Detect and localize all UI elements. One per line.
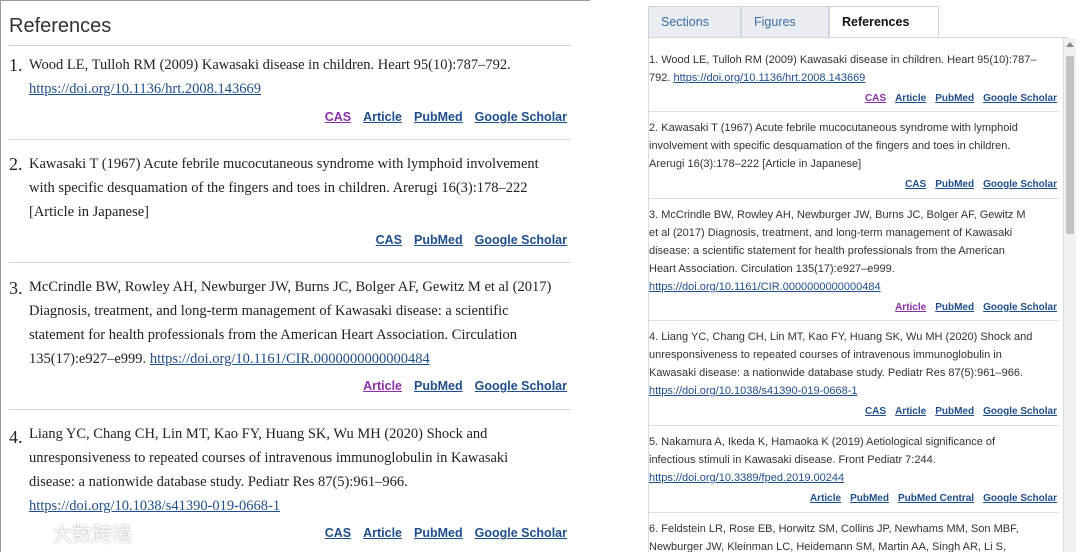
google-scholar-link[interactable]: Google Scholar — [983, 93, 1057, 104]
cas-link[interactable]: CAS — [376, 233, 402, 247]
google-scholar-link[interactable]: Google Scholar — [983, 179, 1057, 190]
scrollbar-thumb[interactable] — [1066, 56, 1074, 234]
pubmed-link[interactable]: PubMed — [850, 493, 889, 504]
cas-link[interactable]: CAS — [905, 179, 926, 190]
google-scholar-link[interactable]: Google Scholar — [475, 379, 567, 393]
google-scholar-link[interactable]: Google Scholar — [475, 110, 567, 124]
article-link[interactable]: Article — [895, 93, 926, 104]
reference-text: 6. Feldstein LR, Rose EB, Horwitz SM, Co… — [649, 523, 1019, 552]
pubmed-link[interactable]: PubMed — [935, 179, 974, 190]
reference-text: Liang YC, Chang CH, Lin MT, Kao FY, Huan… — [29, 426, 509, 514]
sidebar-reference-list: 1. Wood LE, Tulloh RM (2009) Kawasaki di… — [648, 38, 1064, 552]
pubmed-link[interactable]: PubMed — [935, 302, 974, 313]
reference-divider — [649, 111, 1059, 112]
reference-text: 3. McCrindle BW, Rowley AH, Newburger JW… — [649, 209, 1026, 293]
reference-number: 4. — [9, 427, 23, 447]
doi-link[interactable]: https://doi.org/10.1161/CIR.000000000000… — [649, 281, 881, 293]
pubmed-link[interactable]: PubMed — [414, 379, 463, 393]
reference-text: 4. Liang YC, Chang CH, Lin MT, Kao FY, H… — [649, 331, 1033, 397]
reference-divider — [649, 512, 1059, 513]
cas-link[interactable]: CAS — [865, 93, 886, 104]
doi-link[interactable]: https://doi.org/10.1038/s41390-019-0668-… — [649, 385, 858, 397]
references-main-panel: References 1. Wood LE, Tulloh RM (2009) … — [0, 0, 590, 552]
reference-text: 5. Nakamura A, Ikeda K, Hamaoka K (2019)… — [649, 436, 996, 484]
reference-links: Article PubMed Google Scholar — [886, 302, 1057, 313]
cas-link[interactable]: CAS — [325, 110, 351, 124]
article-link[interactable]: Article — [363, 526, 402, 540]
cas-link[interactable]: CAS — [325, 526, 351, 540]
reference-number: 3. — [9, 278, 23, 298]
doi-link[interactable]: https://doi.org/10.1136/hrt.2008.143669 — [673, 72, 865, 84]
reference-links: CAS Article PubMed Google Scholar — [313, 110, 567, 124]
sidebar-tabs: Sections Figures References — [648, 6, 1068, 38]
reference-divider — [649, 320, 1059, 321]
page-title: References — [9, 15, 112, 37]
scroll-up-arrow-icon[interactable] — [1066, 42, 1074, 47]
tab-references[interactable]: References — [829, 6, 939, 38]
pubmed-central-link[interactable]: PubMed Central — [898, 493, 974, 504]
article-link[interactable]: Article — [363, 379, 402, 393]
panel-gutter — [590, 0, 648, 552]
cas-link[interactable]: CAS — [865, 406, 886, 417]
reference-number: 2. — [9, 154, 23, 174]
reference-text: 1. Wood LE, Tulloh RM (2009) Kawasaki di… — [649, 54, 1037, 84]
reference-links: CAS Article PubMed Google Scholar — [856, 406, 1057, 417]
google-scholar-link[interactable]: Google Scholar — [983, 406, 1057, 417]
reference-divider — [9, 409, 571, 410]
reference-divider — [649, 198, 1059, 199]
reference-links: CAS PubMed Google Scholar — [364, 233, 567, 247]
google-scholar-link[interactable]: Google Scholar — [983, 302, 1057, 313]
pubmed-link[interactable]: PubMed — [414, 526, 463, 540]
reference-links: CAS Article PubMed Google Scholar — [313, 526, 567, 540]
watermark-logo-icon — [11, 521, 46, 537]
tab-sections[interactable]: Sections — [648, 6, 741, 38]
reference-divider — [9, 139, 571, 140]
reference-text: McCrindle BW, Rowley AH, Newburger JW, B… — [29, 279, 552, 367]
article-link[interactable]: Article — [895, 302, 926, 313]
reference-links: CAS Article PubMed Google Scholar — [856, 93, 1057, 104]
article-link[interactable]: Article — [810, 493, 841, 504]
reference-divider — [649, 425, 1059, 426]
reference-text: Kawasaki T (1967) Acute febrile mucocuta… — [29, 156, 539, 220]
watermark-text: 大数跨境 — [52, 522, 132, 546]
reference-links: Article PubMed Google Scholar — [351, 379, 567, 393]
reference-links: CAS PubMed Google Scholar — [896, 179, 1057, 190]
doi-link[interactable]: https://doi.org/10.1161/CIR.000000000000… — [150, 351, 430, 367]
reference-text: 2. Kawasaki T (1967) Acute febrile mucoc… — [649, 122, 1018, 170]
reference-text: Wood LE, Tulloh RM (2009) Kawasaki disea… — [29, 57, 511, 97]
pubmed-link[interactable]: PubMed — [414, 233, 463, 247]
article-link[interactable]: Article — [895, 406, 926, 417]
pubmed-link[interactable]: PubMed — [935, 93, 974, 104]
google-scholar-link[interactable]: Google Scholar — [983, 493, 1057, 504]
reference-divider — [9, 262, 571, 263]
tab-figures[interactable]: Figures — [741, 6, 829, 38]
doi-link[interactable]: https://doi.org/10.1038/s41390-019-0668-… — [29, 498, 280, 514]
doi-link[interactable]: https://doi.org/10.3389/fped.2019.00244 — [649, 472, 844, 484]
reference-number: 1. — [9, 55, 23, 75]
pubmed-link[interactable]: PubMed — [414, 110, 463, 124]
references-sidebar: Sections Figures References 1. Wood LE, … — [648, 0, 1080, 552]
google-scholar-link[interactable]: Google Scholar — [475, 526, 567, 540]
sidebar-scrollbar[interactable] — [1064, 38, 1076, 552]
title-divider — [9, 45, 571, 46]
google-scholar-link[interactable]: Google Scholar — [475, 233, 567, 247]
doi-link[interactable]: https://doi.org/10.1136/hrt.2008.143669 — [29, 81, 261, 97]
reference-links: Article PubMed PubMed Central Google Schola… — [801, 493, 1057, 504]
article-link[interactable]: Article — [363, 110, 402, 124]
pubmed-link[interactable]: PubMed — [935, 406, 974, 417]
